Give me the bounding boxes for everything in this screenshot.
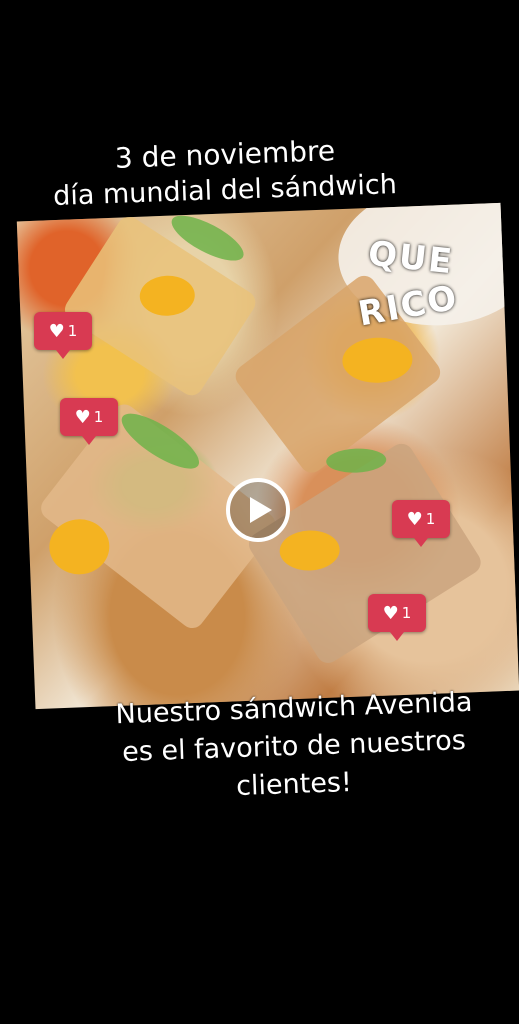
like-badge: ♥ 1 [34, 312, 92, 359]
like-badge: ♥ 1 [368, 594, 426, 641]
heart-icon: ♥ [74, 406, 91, 428]
like-count: 1 [93, 408, 104, 426]
like-badge: ♥ 1 [392, 500, 450, 547]
egg-yolk [48, 518, 111, 576]
header-text: 3 de noviembre día mundial del sándwich [20, 134, 420, 212]
play-icon [250, 497, 272, 523]
like-badge: ♥ 1 [60, 398, 118, 445]
heart-icon: ♥ [406, 508, 423, 530]
like-count: 1 [425, 510, 436, 528]
heart-icon: ♥ [48, 320, 65, 342]
heart-icon: ♥ [382, 602, 399, 624]
like-count: 1 [401, 604, 412, 622]
caption-text: Nuestro sándwich Avenida es el favorito … [84, 687, 504, 804]
like-count: 1 [67, 322, 78, 340]
play-button[interactable] [226, 478, 290, 542]
